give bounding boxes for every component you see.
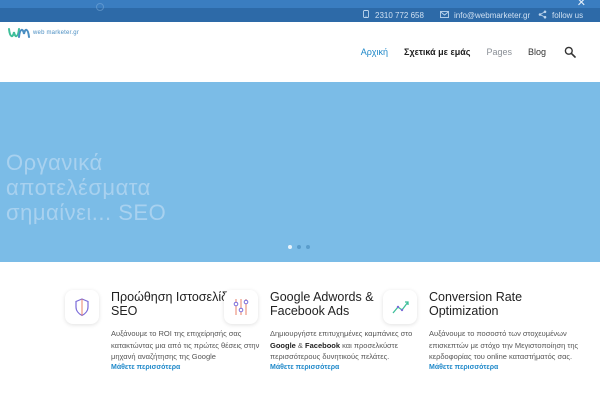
top-contact-bar: ✕ 2310 772 658 info@webmarketer.gr follo… (0, 0, 600, 22)
desc-facebook: Facebook (305, 340, 341, 350)
desc-google: Google (270, 340, 296, 350)
email-contact[interactable]: info@webmarketer.gr (440, 10, 530, 20)
search-icon[interactable] (564, 46, 576, 58)
nav-item-home[interactable]: Αρχική (361, 47, 388, 57)
phone-icon (362, 10, 370, 20)
phone-number: 2310 772 658 (375, 10, 424, 20)
globe-icon (96, 3, 104, 11)
service-description: Αυξάνουμε το ποσοστό των στοχευμένων επι… (429, 329, 579, 361)
shield-icon (65, 290, 99, 324)
nav-item-blog[interactable]: Blog (528, 47, 546, 57)
logo-text: web marketer.gr (33, 30, 80, 36)
slider-dot-2[interactable] (297, 245, 301, 249)
email-address: info@webmarketer.gr (454, 10, 531, 20)
service-description: Αυξάνουμε το ROI της επιχείρησής σας κατ… (111, 329, 260, 361)
nav-item-pages[interactable]: Pages (486, 47, 512, 57)
site-logo[interactable]: web marketer.gr (8, 26, 79, 40)
learn-more-link[interactable]: Μάθετε περισσότερα (270, 364, 430, 371)
nav-item-about[interactable]: Σχετικά με εμάς (404, 47, 470, 57)
desc-part: & (295, 340, 306, 350)
site-header: web marketer.gr Αρχική Σχετικά με εμάς P… (0, 22, 600, 82)
slider-dot-1[interactable] (288, 245, 292, 249)
main-nav: Αρχική Σχετικά με εμάς Pages Blog (345, 46, 576, 58)
mail-icon (440, 10, 449, 20)
slider-dots (288, 245, 315, 249)
sliders-icon (224, 290, 258, 324)
services-section: Προώθηση Ιστοσελίδων SEO Αυξάνουμε το RO… (0, 262, 600, 400)
service-title: Conversion Rate Optimization (429, 290, 523, 318)
phone-contact[interactable]: 2310 772 658 (362, 10, 424, 20)
service-description: Δημιουργήστε επιτυχημένες καμπάνιες στο … (270, 328, 430, 363)
slider-dot-3[interactable] (306, 245, 310, 249)
learn-more-link[interactable]: Μάθετε περισσότερα (111, 364, 271, 371)
hero-title: Οργανικά αποτελέσματα σημαίνει... SEO (6, 150, 167, 225)
share-icon (538, 10, 547, 21)
follow-us-label: follow us (552, 10, 584, 20)
close-icon[interactable]: ✕ (577, 0, 586, 9)
hero-slider: Οργανικά αποτελέσματα σημαίνει... SEO (0, 82, 600, 262)
desc-part: Δημιουργήστε επιτυχημένες καμπάνιες στο (270, 329, 413, 338)
trend-chart-icon (383, 290, 417, 324)
learn-more-link[interactable]: Μάθετε περισσότερα (429, 364, 589, 371)
top-strip (0, 0, 600, 8)
logo-mark-icon (8, 26, 30, 40)
page: ✕ 2310 772 658 info@webmarketer.gr follo… (0, 0, 600, 400)
follow-us-link[interactable]: follow us (538, 10, 583, 20)
